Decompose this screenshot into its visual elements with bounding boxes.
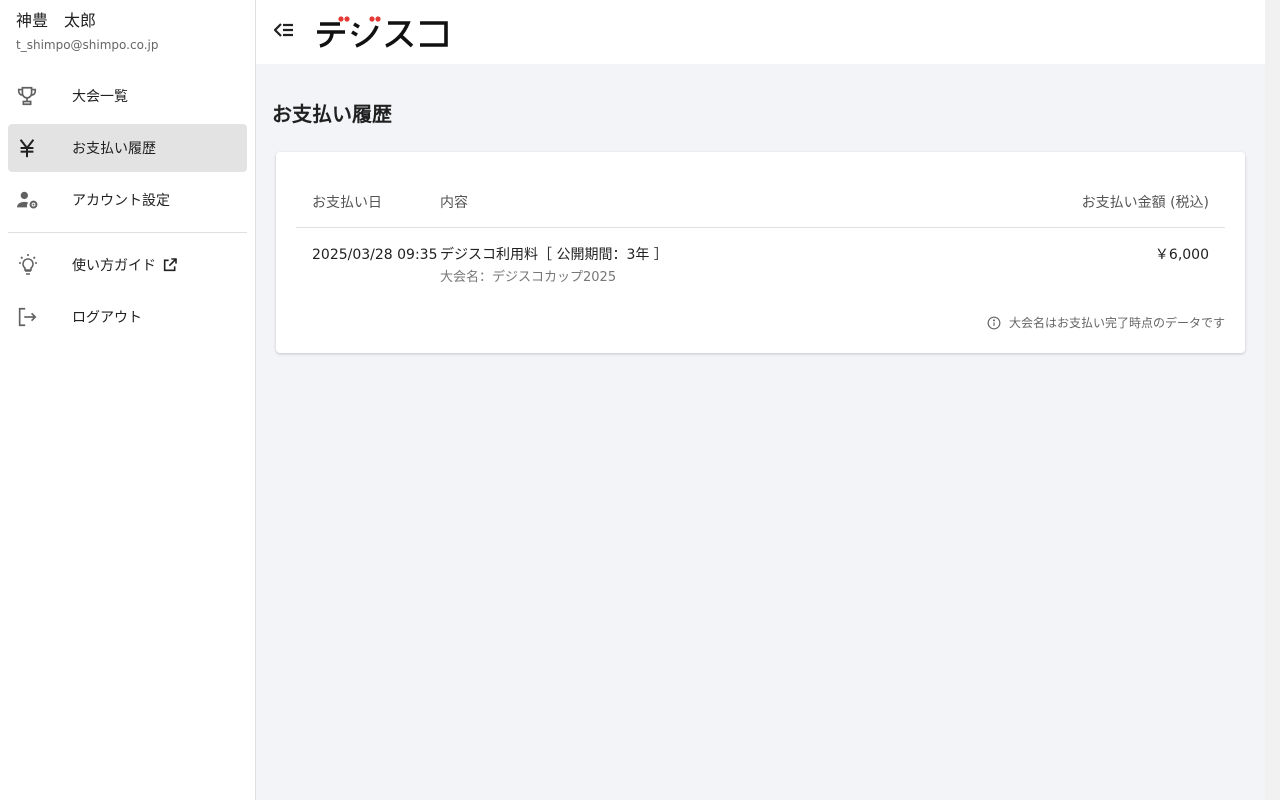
page-title: お支払い履歴 xyxy=(272,102,392,126)
sidebar-item-account-settings[interactable]: アカウント設定 xyxy=(8,176,247,224)
payment-tournament-name: 大会名：デジスコカップ2025 xyxy=(440,270,617,285)
scrollbar-track[interactable] xyxy=(1265,0,1280,800)
payment-date: 2025/03/28 09:35 xyxy=(312,247,438,263)
sidebar-item-tournaments[interactable]: 大会一覧 xyxy=(8,72,247,120)
lightbulb-icon xyxy=(8,253,48,277)
payment-history-card: お支払い日 内容 お支払い金額 (税込) 2025/03/28 09:35 デジ… xyxy=(276,152,1245,353)
note-text: 大会名はお支払い完了時点のデータです xyxy=(1008,316,1225,330)
user-info: 神豊 太郎 t_shimpo@shimpo.co.jp xyxy=(0,0,255,68)
user-name: 神豊 太郎 xyxy=(16,11,97,30)
external-link-icon xyxy=(162,257,178,273)
sidebar-item-payment-history[interactable]: お支払い履歴 xyxy=(8,124,247,172)
menu-collapse-button[interactable] xyxy=(256,0,312,64)
info-icon xyxy=(987,316,1001,330)
column-header-amount: お支払い金額 (税込) xyxy=(1081,194,1209,211)
sidebar-item-label: 使い方ガイド xyxy=(72,258,156,274)
trophy-icon xyxy=(8,84,48,108)
payment-content: デジスコ利用料［ 公開期間：3年 ］ xyxy=(440,247,668,263)
sidebar: 神豊 太郎 t_shimpo@shimpo.co.jp 大会一覧 お支払い履歴 xyxy=(0,0,256,800)
payment-table: お支払い日 内容 お支払い金額 (税込) 2025/03/28 09:35 デジ… xyxy=(296,176,1225,288)
menu-collapse-icon xyxy=(273,22,294,42)
sidebar-item-label: 大会一覧 xyxy=(72,89,128,105)
payment-amount: ￥6,000 xyxy=(1154,247,1209,263)
table-header: お支払い日 内容 お支払い金額 (税込) xyxy=(296,176,1225,228)
column-header-date: お支払い日 xyxy=(312,194,382,211)
user-settings-icon xyxy=(8,188,48,212)
column-header-content: 内容 xyxy=(440,194,468,211)
sidebar-item-logout[interactable]: ログアウト xyxy=(8,293,247,341)
yen-icon xyxy=(8,136,48,160)
sidebar-item-label: お支払い履歴 xyxy=(72,141,156,157)
app-header xyxy=(256,0,1265,64)
app-logo[interactable] xyxy=(316,15,452,49)
table-row: 2025/03/28 09:35 デジスコ利用料［ 公開期間：3年 ］ 大会名：… xyxy=(296,228,1225,288)
sidebar-item-label: アカウント設定 xyxy=(72,193,170,209)
sidebar-item-label: ログアウト xyxy=(72,310,142,326)
sidebar-divider xyxy=(8,232,247,233)
sidebar-item-guide[interactable]: 使い方ガイド xyxy=(8,241,247,289)
logout-icon xyxy=(8,305,48,329)
user-email: t_shimpo@shimpo.co.jp xyxy=(16,38,159,52)
table-note: 大会名はお支払い完了時点のデータです xyxy=(987,314,1225,331)
